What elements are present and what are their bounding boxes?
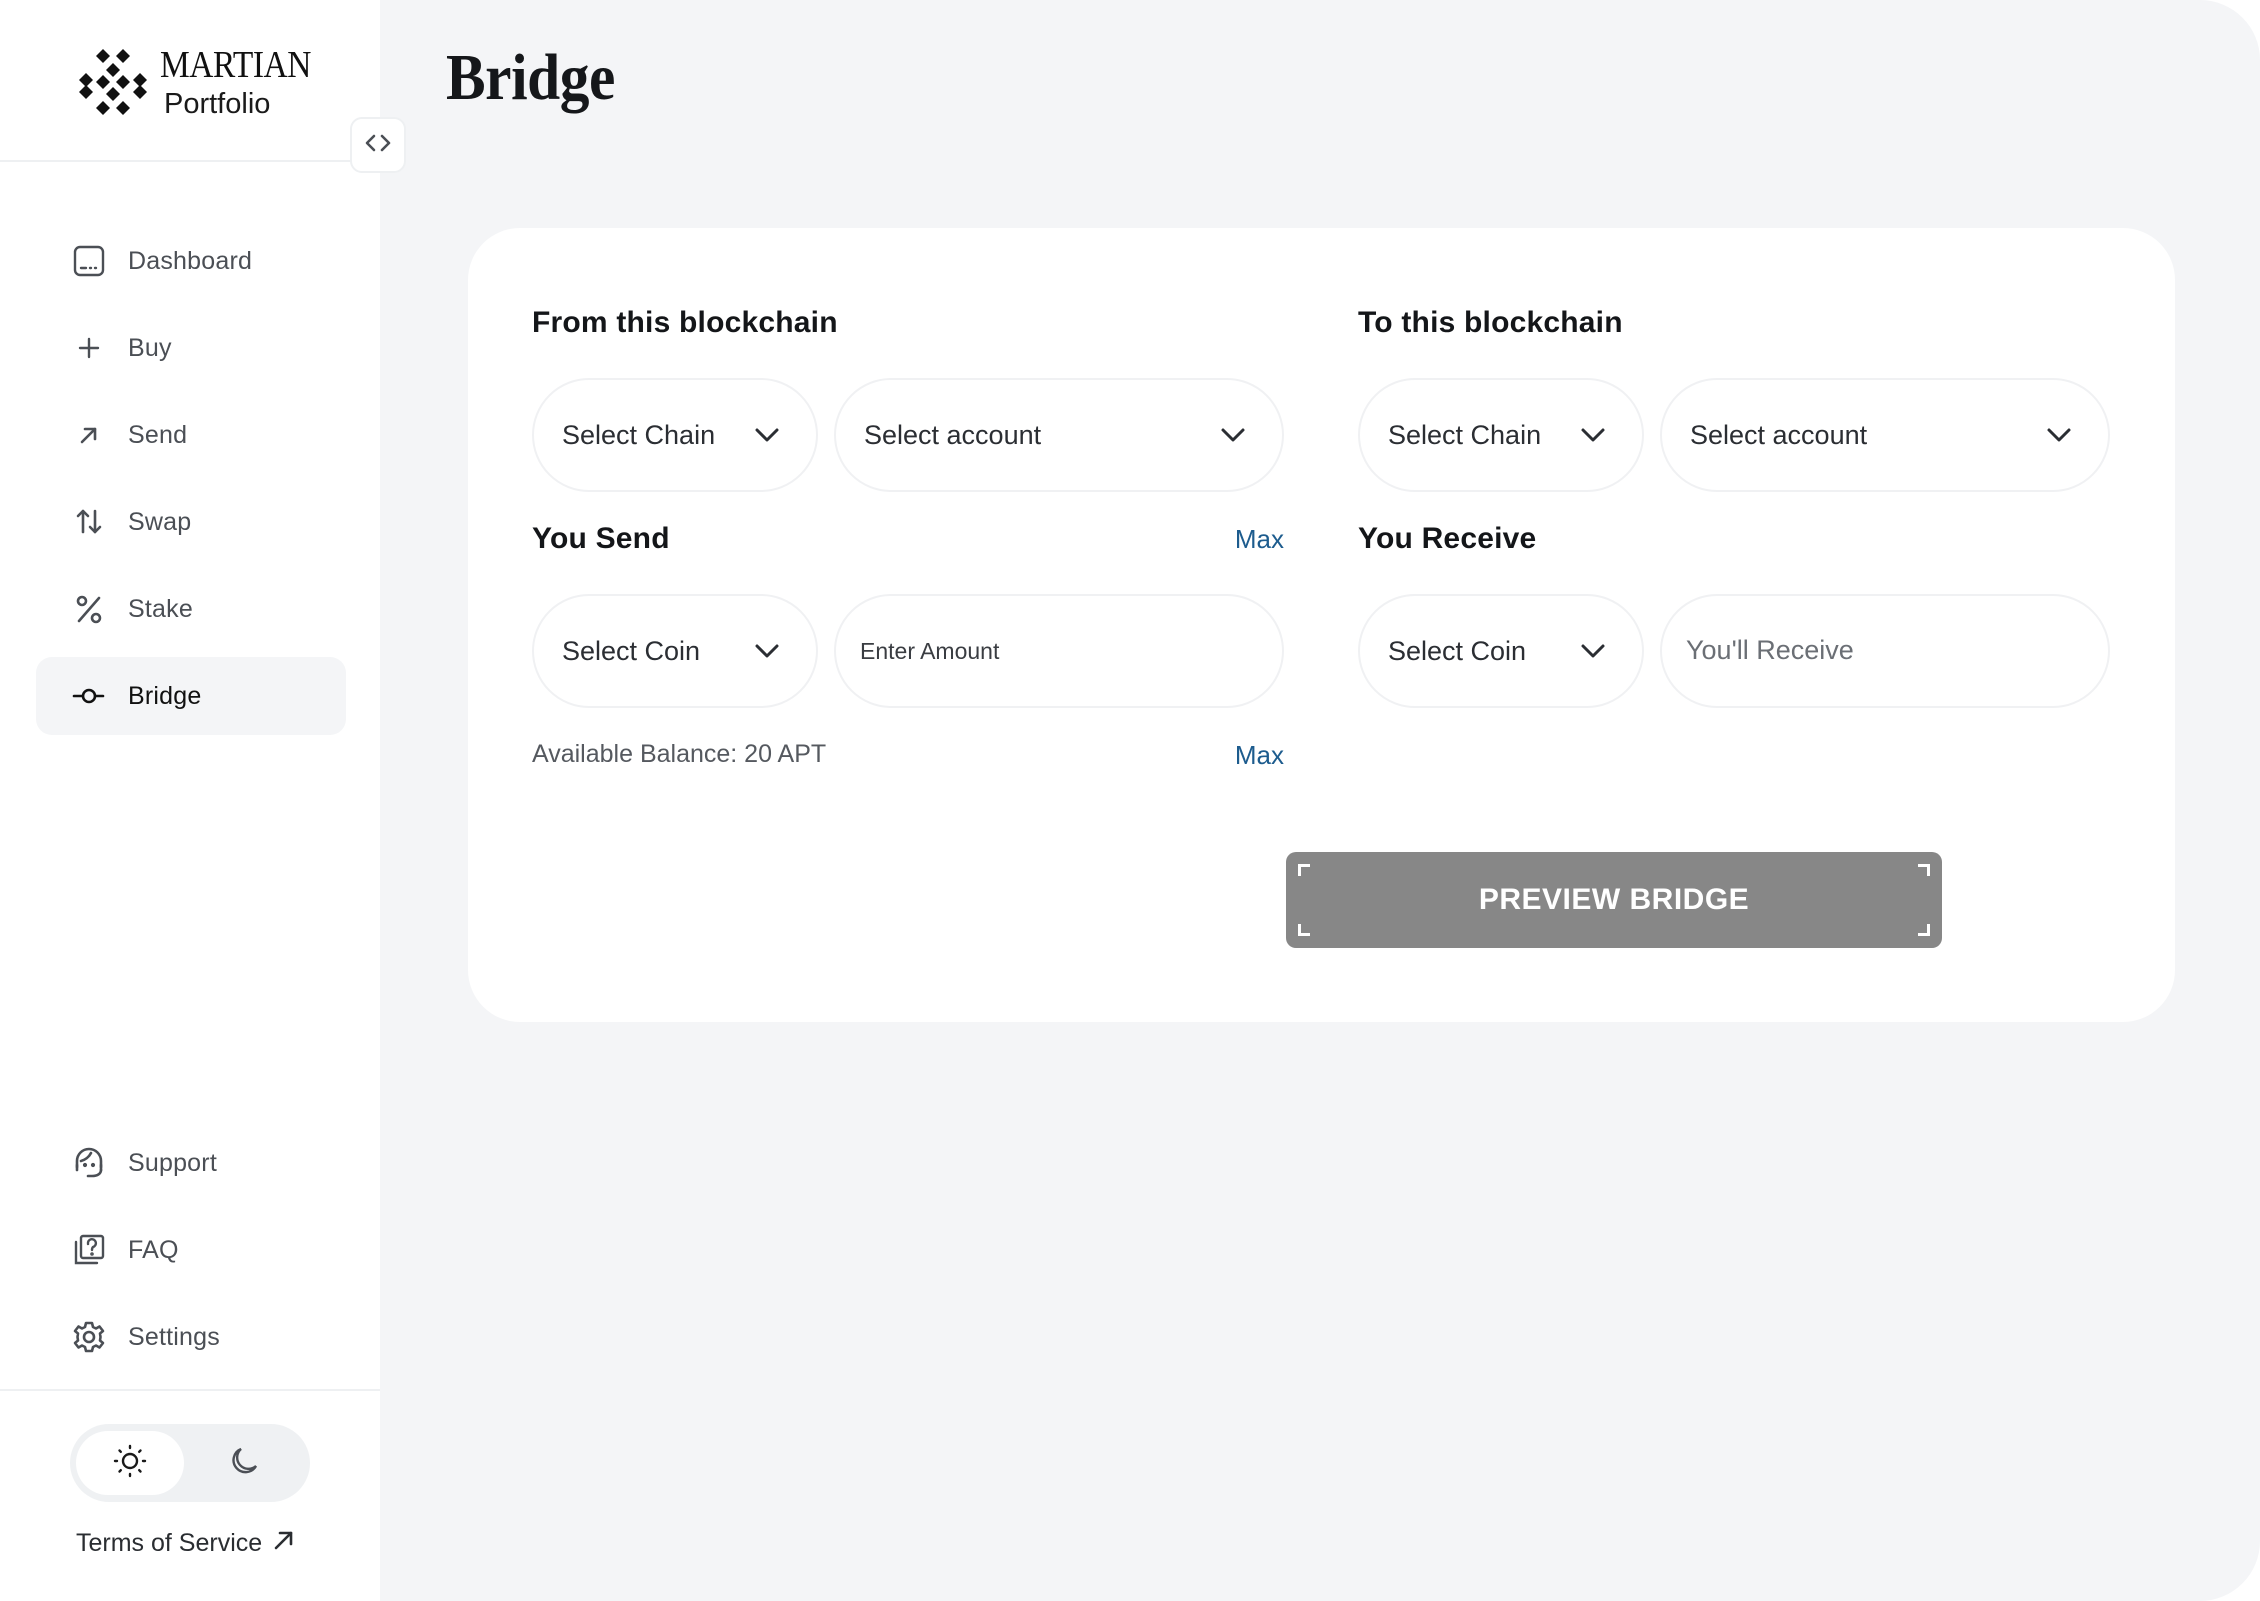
terms-label: Terms of Service — [76, 1529, 263, 1557]
sidebar-item-buy[interactable]: Buy — [36, 309, 346, 387]
send-amount-field[interactable] — [834, 594, 1284, 708]
corner-bracket — [1298, 924, 1310, 936]
sidebar-item-swap[interactable]: Swap — [36, 483, 346, 561]
sidebar-divider — [0, 160, 380, 162]
sidebar-item-label: Swap — [128, 507, 192, 536]
corner-bracket — [1918, 924, 1930, 936]
brand-subtitle: Portfolio — [164, 87, 271, 120]
preview-bridge-label: PREVIEW BRIDGE — [1478, 883, 1750, 916]
to-heading: To this blockchain — [1358, 306, 1623, 339]
sidebar-item-dashboard[interactable]: Dashboard — [36, 222, 346, 300]
sidebar-item-label: Stake — [128, 594, 193, 623]
chevron-down-icon — [755, 428, 779, 442]
from-heading: From this blockchain — [532, 306, 838, 339]
sidebar-item-label: Send — [128, 420, 188, 449]
send-coin-select[interactable]: Select Coin — [532, 594, 818, 708]
chevron-down-icon — [1581, 644, 1605, 658]
available-balance: Available Balance: 20 APT — [532, 740, 827, 768]
select-value: Select Chain — [562, 419, 716, 450]
to-account-select[interactable]: Select account — [1660, 378, 2110, 492]
sidebar-item-stake[interactable]: Stake — [36, 570, 346, 648]
sidebar-item-label: Buy — [128, 333, 172, 362]
select-value: Select account — [864, 419, 1042, 450]
select-value: Select Chain — [1388, 419, 1542, 450]
arrows-up-down-icon — [72, 505, 106, 539]
gear-icon — [72, 1320, 106, 1354]
plus-icon — [72, 331, 106, 365]
theme-toggle — [70, 1424, 310, 1502]
sidebar-item-label: Support — [128, 1148, 217, 1177]
from-account-select[interactable]: Select account — [834, 378, 1284, 492]
headset-icon — [72, 1146, 106, 1180]
sidebar-nav: Dashboard Buy Send Swap Stake Bridge — [36, 222, 346, 744]
sidebar-item-faq[interactable]: FAQ — [36, 1211, 346, 1289]
sidebar-bottom-nav: Support FAQ Settings — [36, 1124, 346, 1385]
sidebar-item-bridge[interactable]: Bridge — [36, 657, 346, 735]
chevron-down-icon — [1221, 428, 1245, 442]
sidebar-divider — [0, 1389, 380, 1391]
sidebar-item-support[interactable]: Support — [36, 1124, 346, 1202]
select-value: Select account — [1690, 419, 1868, 450]
sidebar-item-settings[interactable]: Settings — [36, 1298, 346, 1376]
from-chain-select[interactable]: Select Chain — [532, 378, 818, 492]
sidebar-item-label: FAQ — [128, 1235, 179, 1264]
percent-icon — [72, 592, 106, 626]
corner-bracket — [1918, 864, 1930, 876]
sidebar-item-label: Settings — [128, 1322, 220, 1351]
you-receive-heading: You Receive — [1358, 522, 1537, 555]
corner-bracket — [1298, 864, 1310, 876]
moon-icon — [227, 1444, 261, 1483]
amount-input[interactable] — [836, 596, 1282, 706]
sidebar-item-label: Dashboard — [128, 246, 253, 275]
page-title: Bridge — [446, 41, 615, 114]
balance-max-link[interactable]: Max — [1235, 740, 1284, 771]
you-send-heading: You Send — [532, 522, 670, 555]
diamond-lattice-logo-icon — [78, 47, 148, 117]
chevron-down-icon — [755, 644, 779, 658]
select-value: Select Coin — [1388, 635, 1527, 666]
send-max-link[interactable]: Max — [1235, 524, 1284, 555]
theme-dark-button[interactable] — [190, 1431, 298, 1495]
chevron-down-icon — [2047, 428, 2071, 442]
to-chain-select[interactable]: Select Chain — [1358, 378, 1644, 492]
receive-amount-field[interactable] — [1660, 594, 2110, 708]
theme-light-button[interactable] — [76, 1431, 184, 1495]
chevron-down-icon — [1581, 428, 1605, 442]
brand-name: MARTIAN — [160, 43, 311, 86]
sidebar: MARTIAN Portfolio Dashboard Buy Send Swa… — [0, 0, 380, 1601]
external-arrow-icon — [272, 1528, 296, 1559]
main-content: Bridge From this blockchain Select Chain… — [380, 0, 2260, 1601]
dashboard-icon — [72, 244, 106, 278]
arrow-up-right-icon — [72, 418, 106, 452]
sidebar-item-label: Bridge — [128, 681, 202, 710]
terms-of-service-link[interactable]: Terms of Service — [76, 1528, 296, 1559]
sidebar-item-send[interactable]: Send — [36, 396, 346, 474]
faq-icon — [72, 1233, 106, 1267]
preview-bridge-button[interactable]: PREVIEW BRIDGE — [1286, 852, 1942, 948]
receive-input[interactable] — [1662, 596, 2108, 706]
code-brackets-icon — [364, 133, 392, 158]
receive-coin-select[interactable]: Select Coin — [1358, 594, 1644, 708]
sidebar-collapse-button[interactable] — [350, 117, 406, 173]
select-value: Select Coin — [562, 635, 701, 666]
sun-icon — [113, 1444, 147, 1483]
bridge-node-icon — [72, 679, 106, 713]
brand-logo[interactable]: MARTIAN Portfolio — [78, 44, 332, 120]
